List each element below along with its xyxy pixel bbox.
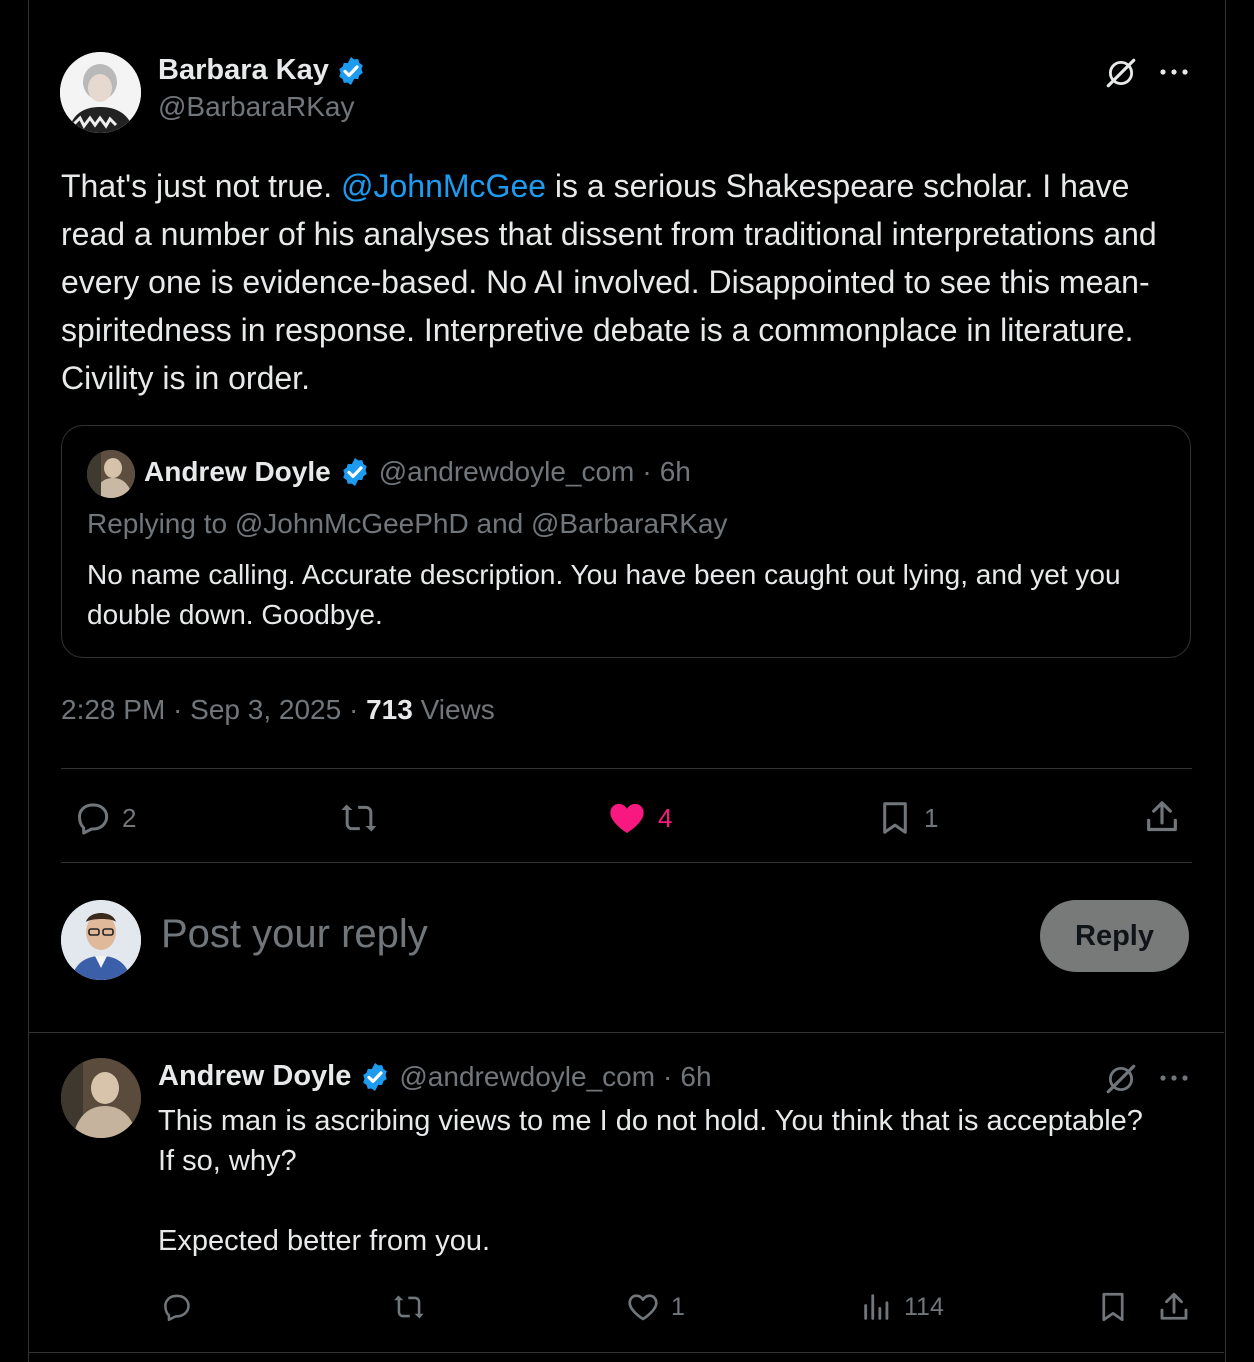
reply-button[interactable] bbox=[158, 1290, 204, 1324]
like-count: 1 bbox=[671, 1292, 685, 1321]
analytics-icon bbox=[860, 1290, 894, 1324]
share-icon[interactable] bbox=[1142, 797, 1182, 837]
barbara-kay-avatar[interactable] bbox=[60, 52, 141, 133]
like-button[interactable]: 4 bbox=[606, 798, 672, 838]
post-timestamp[interactable]: 2:28 PM · Sep 3, 2025 bbox=[61, 694, 341, 725]
reply-author-name[interactable]: Andrew Doyle bbox=[158, 1060, 351, 1093]
more-options-icon[interactable] bbox=[1158, 1066, 1190, 1090]
views-count: 713 bbox=[366, 694, 413, 725]
heart-filled-icon bbox=[606, 798, 648, 838]
reply-button[interactable]: 2 bbox=[72, 798, 136, 838]
separator-dot: · bbox=[348, 694, 359, 725]
section-divider bbox=[28, 1032, 1224, 1033]
divider bbox=[61, 862, 1192, 863]
andrew-doyle-avatar[interactable] bbox=[61, 1058, 141, 1138]
divider bbox=[61, 768, 1192, 769]
grok-icon[interactable] bbox=[1104, 1062, 1138, 1096]
reply-icon bbox=[72, 798, 112, 838]
reply-submit-button[interactable]: Reply bbox=[1040, 900, 1189, 972]
reply-count: 2 bbox=[122, 802, 137, 833]
separator-dot: · bbox=[642, 456, 652, 487]
post-meta: 2:28 PM · Sep 3, 2025 · 713 Views bbox=[61, 694, 495, 726]
author-name[interactable]: Barbara Kay bbox=[158, 54, 329, 87]
reply-author-handle[interactable]: @andrewdoyle_com bbox=[399, 1061, 655, 1093]
bookmark-icon[interactable] bbox=[1096, 1290, 1130, 1324]
quoted-author-handle: @andrewdoyle_com bbox=[378, 456, 635, 487]
reply-time[interactable]: 6h bbox=[680, 1061, 711, 1093]
main-post-header: Barbara Kay @BarbaraRKay bbox=[158, 54, 367, 123]
separator-dot: · bbox=[663, 1060, 673, 1092]
heart-icon bbox=[625, 1290, 661, 1324]
more-options-icon[interactable] bbox=[1158, 60, 1190, 84]
reply-post-text: This man is ascribing views to me I do n… bbox=[158, 1105, 1143, 1257]
like-count: 4 bbox=[658, 802, 673, 833]
verified-badge-icon bbox=[359, 1061, 391, 1093]
quoted-time: 6h bbox=[659, 456, 691, 487]
mention-link[interactable]: @JohnMcGee bbox=[341, 168, 546, 204]
repost-button[interactable] bbox=[390, 1290, 438, 1324]
share-icon[interactable] bbox=[1156, 1289, 1192, 1325]
reply-input[interactable]: Post your reply bbox=[161, 912, 428, 957]
bookmark-icon bbox=[876, 798, 914, 838]
quoted-post-text: No name calling. Accurate description. Y… bbox=[87, 559, 1121, 630]
views-label: Views bbox=[420, 694, 495, 725]
like-button[interactable]: 1 bbox=[625, 1290, 685, 1324]
reply-post-header: Andrew Doyle @andrewdoyle_com · 6h bbox=[158, 1060, 712, 1093]
grok-icon[interactable] bbox=[1104, 56, 1138, 90]
main-post-text: That's just not true. @JohnMcGee is a se… bbox=[61, 162, 1171, 402]
andrew-doyle-avatar-small bbox=[87, 450, 135, 498]
replying-to-line: Replying to @JohnMcGeePhD and @BarbaraRK… bbox=[87, 508, 728, 539]
quoted-author-name: Andrew Doyle bbox=[144, 456, 331, 487]
bookmark-button[interactable]: 1 bbox=[876, 798, 938, 838]
author-handle[interactable]: @BarbaraRKay bbox=[158, 91, 367, 123]
post-text-part: That's just not true. bbox=[61, 168, 342, 204]
views-count: 114 bbox=[904, 1292, 944, 1321]
repost-button[interactable] bbox=[338, 798, 390, 838]
repost-icon bbox=[390, 1290, 428, 1324]
verified-badge-icon bbox=[339, 456, 371, 488]
current-user-avatar[interactable] bbox=[61, 900, 141, 980]
bookmark-count: 1 bbox=[924, 802, 939, 833]
views-button[interactable]: 114 bbox=[860, 1290, 944, 1324]
quoted-post-header: Andrew Doyle @andrewdoyle_com · 6h bbox=[144, 456, 691, 488]
section-divider bbox=[28, 1352, 1224, 1353]
repost-icon bbox=[338, 798, 380, 838]
reply-icon bbox=[158, 1290, 194, 1324]
verified-badge-icon bbox=[335, 55, 367, 87]
